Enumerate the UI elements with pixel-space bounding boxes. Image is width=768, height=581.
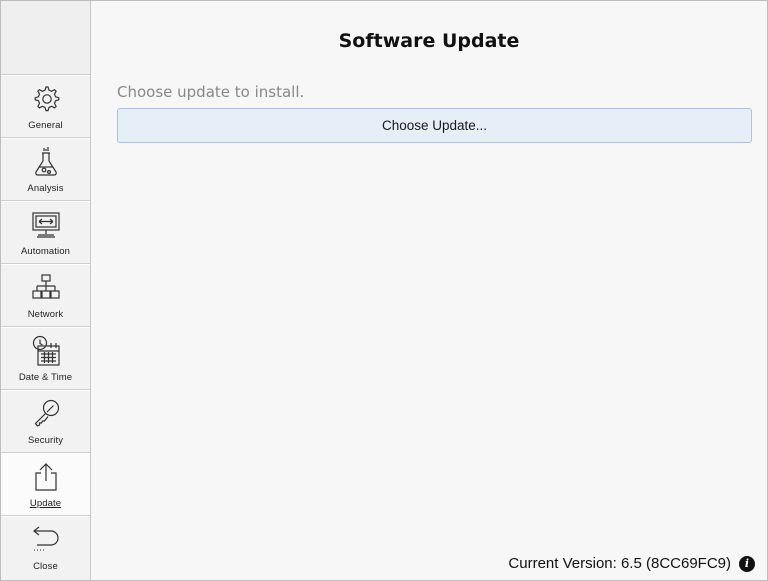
sidebar-item-analysis[interactable]: Analysis: [1, 138, 90, 201]
gear-icon: [34, 86, 59, 112]
settings-window: General Analysis Automation Network Date…: [0, 0, 768, 581]
page-title: Software Update: [338, 30, 520, 52]
update-prompt: Choose update to install.: [117, 83, 305, 101]
sidebar-item-close[interactable]: Close: [1, 516, 90, 579]
sidebar-item-network[interactable]: Network: [1, 264, 90, 327]
clock-calendar-icon: [32, 335, 60, 366]
sidebar-item-update[interactable]: Update: [1, 453, 90, 516]
key-icon: [34, 399, 59, 427]
sidebar-item-label: Update: [29, 498, 62, 509]
sidebar-item-label: Close: [33, 561, 58, 572]
back-arrow-icon: [32, 526, 59, 551]
sidebar-header: [1, 1, 90, 75]
main-panel: Software Update Choose update to install…: [91, 1, 767, 580]
sidebar-item-label: Date & Time: [18, 372, 73, 383]
sidebar-item-label: Automation: [20, 246, 71, 257]
choose-update-button[interactable]: Choose Update...: [117, 108, 752, 143]
sidebar: General Analysis Automation Network Date…: [1, 1, 91, 580]
sidebar-item-label: General: [28, 120, 63, 131]
info-icon[interactable]: i: [739, 555, 755, 572]
sidebar-item-label: Network: [27, 309, 64, 320]
version-footer: Current Version: 6.5 (8CC69FC9) i: [508, 555, 755, 572]
sidebar-item-date-time[interactable]: Date & Time: [1, 327, 90, 390]
current-version-text: Current Version: 6.5 (8CC69FC9): [508, 555, 731, 572]
monitor-arrows-icon: [31, 212, 60, 238]
network-tree-icon: [31, 274, 60, 299]
upload-icon: [34, 463, 57, 491]
sidebar-item-general[interactable]: General: [1, 75, 90, 138]
flask-icon: [34, 147, 57, 176]
sidebar-item-label: Security: [27, 435, 64, 446]
sidebar-item-label: Analysis: [27, 183, 64, 194]
sidebar-item-automation[interactable]: Automation: [1, 201, 90, 264]
sidebar-item-security[interactable]: Security: [1, 390, 90, 453]
